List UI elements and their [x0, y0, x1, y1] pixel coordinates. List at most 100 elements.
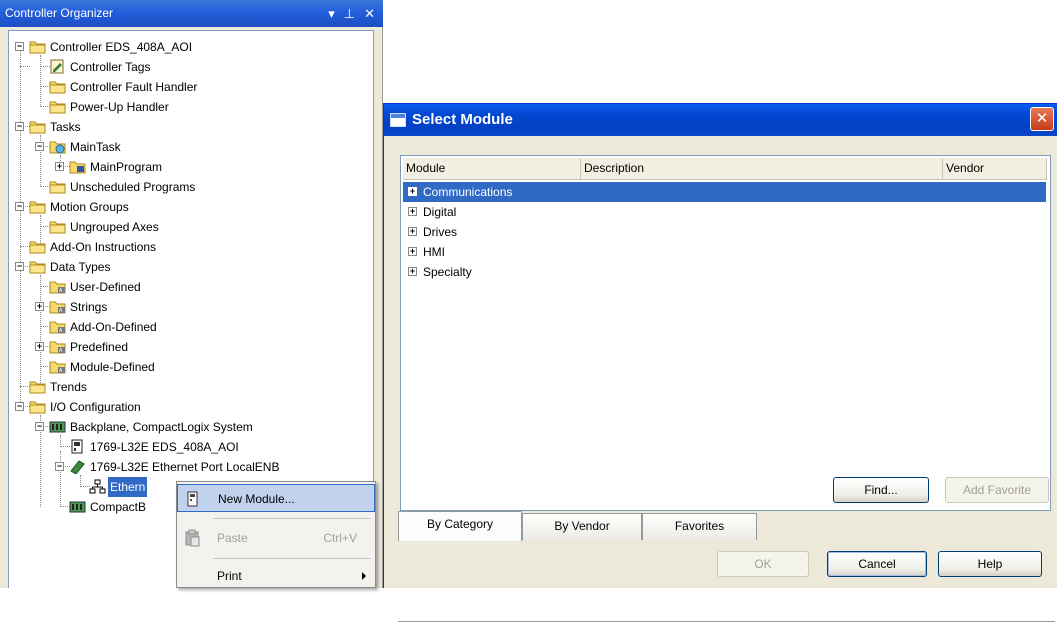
tree-node-label: I/O Configuration: [50, 400, 141, 414]
collapse-icon[interactable]: −: [15, 122, 24, 131]
tree-node-label: Power-Up Handler: [70, 100, 169, 114]
expand-icon[interactable]: +: [408, 207, 417, 216]
tree-node[interactable]: − Controller EDS_408A_AOI: [9, 37, 373, 57]
expand-icon[interactable]: +: [408, 187, 417, 196]
tree-node[interactable]: − Motion Groups: [9, 197, 373, 217]
tree-node-label: Ethern: [108, 477, 148, 497]
tree-node[interactable]: − Tasks: [9, 117, 373, 137]
collapse-icon[interactable]: −: [55, 462, 64, 471]
collapse-icon[interactable]: −: [35, 422, 44, 431]
module-category-label: Communications: [423, 185, 513, 199]
expand-icon[interactable]: +: [408, 267, 417, 276]
tree-node[interactable]: Unscheduled Programs: [9, 177, 373, 197]
module-category-row[interactable]: + HMI: [403, 242, 1046, 262]
datatype-icon: A: [49, 299, 66, 314]
module-list-header: Module Description Vendor: [403, 158, 1050, 180]
module-category-row[interactable]: + Specialty: [403, 262, 1046, 282]
column-vendor[interactable]: Vendor: [943, 158, 1047, 180]
context-menu-new-module[interactable]: New Module...: [177, 484, 375, 512]
tree-node-label: Motion Groups: [50, 200, 129, 214]
column-description[interactable]: Description: [581, 158, 943, 180]
tree-node-label: MainTask: [70, 140, 121, 154]
folder-icon: [29, 119, 46, 134]
ok-button[interactable]: OK: [717, 551, 809, 577]
select-module-dialog: Select Module ✕ Module Description Vendo…: [383, 103, 1057, 622]
close-icon[interactable]: ✕: [364, 0, 375, 27]
folder-icon: [49, 179, 66, 194]
collapse-icon[interactable]: −: [15, 202, 24, 211]
ethernet-port-icon: [69, 459, 86, 475]
task-icon: [49, 139, 66, 154]
folder-icon: [29, 39, 46, 54]
help-button[interactable]: Help: [938, 551, 1042, 577]
add-favorite-button[interactable]: Add Favorite: [945, 477, 1049, 503]
expand-icon[interactable]: +: [35, 342, 44, 351]
tab-favorites[interactable]: Favorites: [642, 513, 757, 540]
pin-icon[interactable]: ⊥: [344, 0, 355, 27]
cancel-button[interactable]: Cancel: [827, 551, 927, 577]
context-menu-print[interactable]: Print: [177, 562, 375, 590]
dialog-close-button[interactable]: ✕: [1030, 107, 1054, 131]
tree-node[interactable]: Add-On Instructions: [9, 237, 373, 257]
expand-icon[interactable]: +: [408, 247, 417, 256]
tree-node-label: Unscheduled Programs: [70, 180, 196, 194]
tree-node[interactable]: − Backplane, CompactLogix System: [9, 417, 373, 437]
controller-icon: [69, 439, 86, 454]
shortcut-text: Ctrl+V: [323, 531, 357, 545]
context-menu: New Module... Paste Ctrl+V Print: [176, 481, 376, 588]
datatype-icon: A: [49, 319, 66, 334]
collapse-icon[interactable]: −: [15, 42, 24, 51]
tree-node-label: User-Defined: [70, 280, 141, 294]
tree-node[interactable]: A User-Defined: [9, 277, 373, 297]
window-icon: [390, 113, 406, 127]
tree-node[interactable]: + A Predefined: [9, 337, 373, 357]
tree-node-label: Ungrouped Axes: [70, 220, 159, 234]
module-category-row[interactable]: + Digital: [403, 202, 1046, 222]
folder-icon: [49, 219, 66, 234]
tree-node[interactable]: + A Strings: [9, 297, 373, 317]
tree-node[interactable]: Trends: [9, 377, 373, 397]
tree-node-label: Controller Fault Handler: [70, 80, 198, 94]
module-category-label: Drives: [423, 225, 458, 239]
tree-node-label: Add-On Instructions: [50, 240, 157, 254]
tree-node[interactable]: 1769-L32E EDS_408A_AOI: [9, 437, 373, 457]
module-category-row[interactable]: + Drives: [403, 222, 1046, 242]
dialog-title-bar: Select Module ✕: [384, 104, 1057, 136]
tree-node[interactable]: + MainProgram: [9, 157, 373, 177]
paste-icon: [185, 529, 200, 547]
tree-node[interactable]: Controller Tags: [9, 57, 373, 77]
expand-icon[interactable]: +: [55, 162, 64, 171]
tree-node-label: Module-Defined: [70, 360, 155, 374]
collapse-icon[interactable]: −: [15, 262, 24, 271]
collapse-icon[interactable]: −: [15, 402, 24, 411]
context-menu-paste[interactable]: Paste Ctrl+V: [177, 524, 375, 552]
tree-node-label: Strings: [70, 300, 108, 314]
tree-node[interactable]: − I/O Configuration: [9, 397, 373, 417]
tree-node[interactable]: A Module-Defined: [9, 357, 373, 377]
module-category-label: Specialty: [423, 265, 472, 279]
tree-node-label: Tasks: [50, 120, 81, 134]
module-category-row[interactable]: + Communications: [403, 182, 1046, 202]
tree-node-label: 1769-L32E EDS_408A_AOI: [90, 440, 239, 454]
datatype-icon: A: [49, 279, 66, 294]
tree-node[interactable]: − 1769-L32E Ethernet Port LocalENB: [9, 457, 373, 477]
expand-icon[interactable]: +: [35, 302, 44, 311]
collapse-icon[interactable]: −: [35, 142, 44, 151]
tree-node[interactable]: Power-Up Handler: [9, 97, 373, 117]
tree-node[interactable]: − MainTask: [9, 137, 373, 157]
tab-by-vendor[interactable]: By Vendor: [522, 513, 642, 540]
tree-node[interactable]: Ungrouped Axes: [9, 217, 373, 237]
column-module[interactable]: Module: [403, 158, 581, 180]
tree-node[interactable]: Controller Fault Handler: [9, 77, 373, 97]
folder-icon: [49, 99, 66, 114]
tree-node-label: Data Types: [50, 260, 111, 274]
module-list-rows: + Communications + Digital + Drives + HMI + Speci…: [403, 182, 1046, 282]
expand-icon[interactable]: +: [408, 227, 417, 236]
tree-node[interactable]: − Data Types: [9, 257, 373, 277]
tab-by-category[interactable]: By Category: [398, 511, 522, 541]
dropdown-arrow-icon[interactable]: ▾: [328, 0, 335, 27]
datatype-icon: A: [49, 339, 66, 354]
tree-node[interactable]: A Add-On-Defined: [9, 317, 373, 337]
find-button[interactable]: Find...: [833, 477, 929, 503]
folder-icon: [29, 379, 46, 394]
